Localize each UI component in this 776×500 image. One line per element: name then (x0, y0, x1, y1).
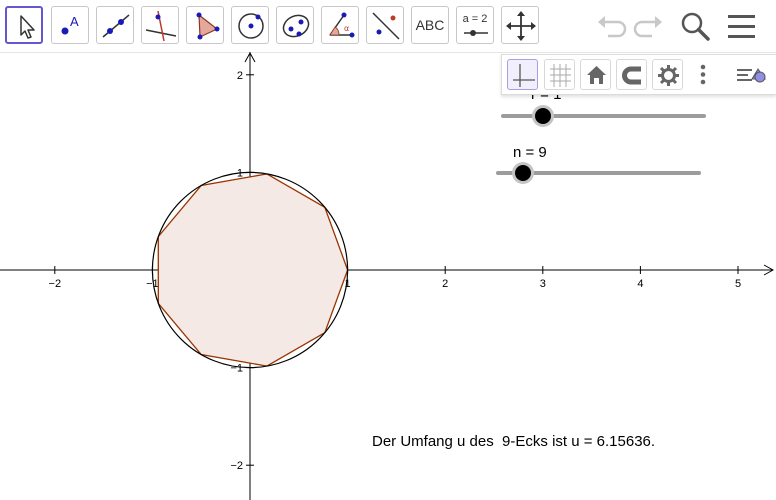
graphics-style-bar (501, 54, 776, 95)
regular-polygon (157, 173, 349, 367)
perimeter-text: Der Umfang u des 9-Ecks ist u = 6.15636. (372, 433, 656, 450)
slider-r-track[interactable] (501, 114, 706, 118)
y-tick-label: 2 (237, 70, 243, 82)
x-tick-label: 4 (637, 278, 643, 290)
settings-button[interactable] (652, 59, 683, 90)
x-tick-label: 5 (735, 278, 741, 290)
slider-n-label: n = 9 (513, 144, 547, 161)
slider-r-knob[interactable] (535, 108, 551, 124)
y-tick-label: −2 (230, 460, 243, 472)
toggle-style-bar-icon (734, 68, 770, 94)
more-options-button[interactable] (695, 59, 711, 90)
x-tick-label: 3 (540, 278, 546, 290)
x-tick-label: 2 (442, 278, 448, 290)
toggle-style-bar-button[interactable] (734, 59, 770, 90)
standard-view-button[interactable] (580, 59, 611, 90)
point-capturing-button[interactable] (616, 59, 647, 90)
x-tick-label: −2 (49, 278, 62, 290)
y-tick-label: −1 (230, 363, 243, 375)
toggle-axes-button[interactable] (507, 59, 538, 90)
more-vertical-icon (695, 64, 711, 94)
slider-n-knob[interactable] (515, 165, 531, 181)
toggle-grid-button[interactable] (544, 59, 575, 90)
construction (151, 171, 349, 369)
